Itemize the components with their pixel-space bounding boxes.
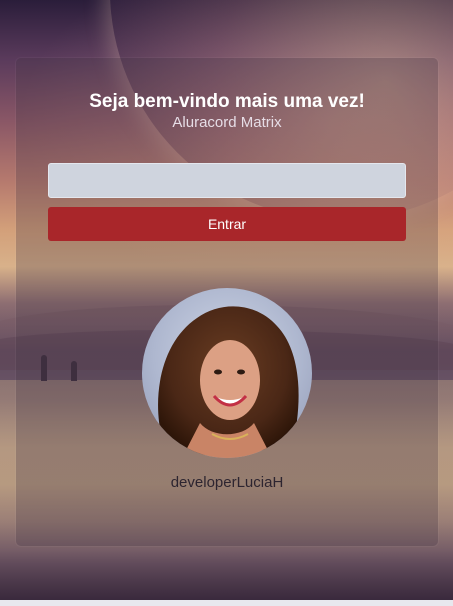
username-input[interactable] bbox=[48, 163, 406, 198]
avatar bbox=[142, 288, 312, 458]
taskbar-strip bbox=[0, 600, 453, 606]
enter-button[interactable]: Entrar bbox=[48, 207, 406, 241]
login-card: Seja bem-vindo mais uma vez! Aluracord M… bbox=[16, 58, 438, 546]
username-label: developerLuciaH bbox=[170, 474, 284, 491]
avatar-photo-icon bbox=[158, 306, 299, 458]
app-subtitle: Aluracord Matrix bbox=[172, 114, 282, 131]
page-background: Seja bem-vindo mais uma vez! Aluracord M… bbox=[0, 0, 453, 606]
welcome-title: Seja bem-vindo mais uma vez! bbox=[89, 91, 365, 112]
